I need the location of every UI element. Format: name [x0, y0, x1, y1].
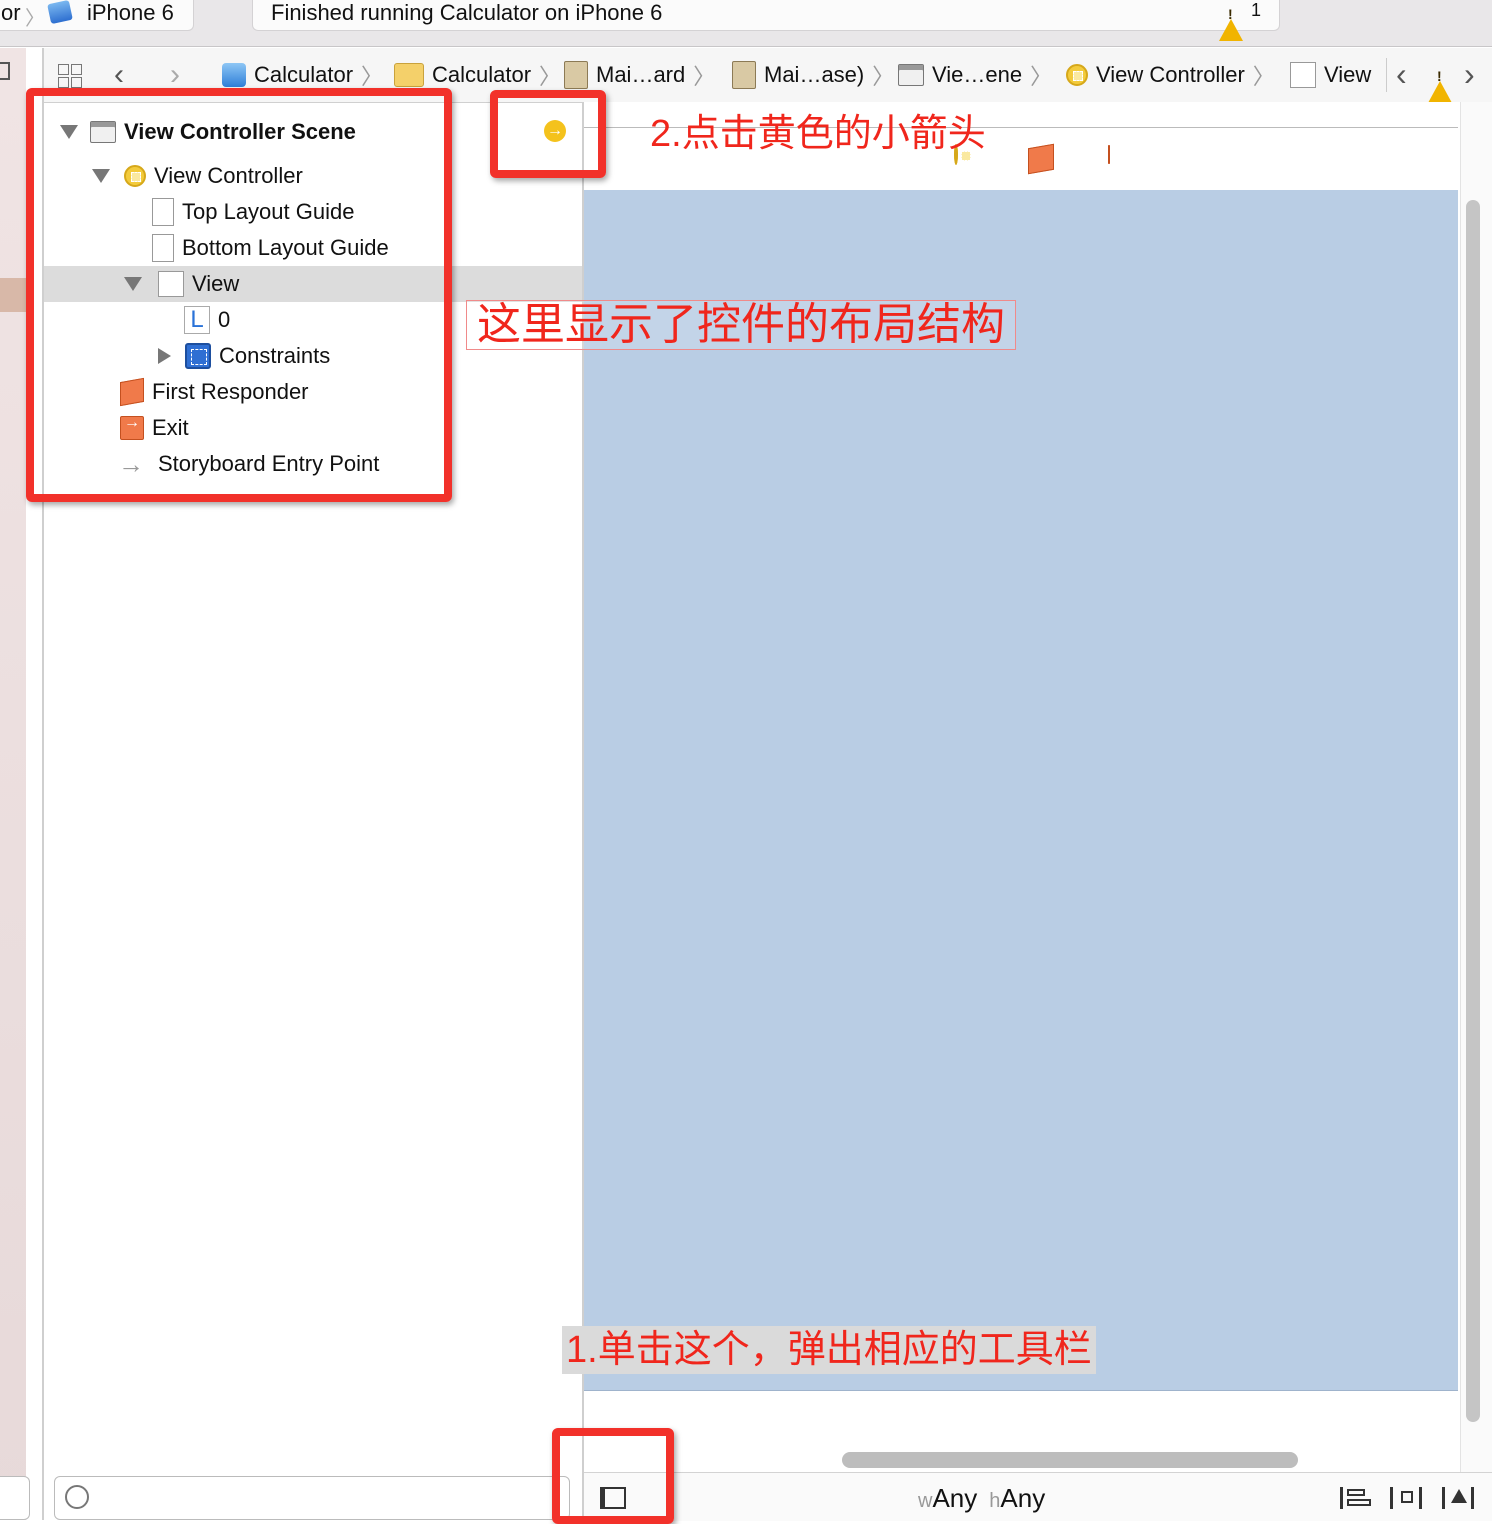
annotation-toggle-box — [552, 1428, 674, 1524]
forward-arrow-icon[interactable]: › — [170, 58, 180, 92]
divider — [1386, 58, 1387, 92]
crumb-label: Mai…ard — [596, 62, 686, 87]
device-name: iPhone 6 — [87, 0, 174, 25]
crumb-storyboard-base[interactable]: Mai…ase) 〉 — [732, 48, 894, 102]
horizontal-scrollbar[interactable] — [842, 1452, 1298, 1468]
crumb-label: View Controller — [1096, 62, 1245, 87]
chevron-right-icon: 〉 — [1252, 64, 1275, 89]
align-icon[interactable] — [1340, 1487, 1371, 1509]
status-display: Finished running Calculator on iPhone 6 … — [252, 0, 1280, 41]
storyboard-file-icon — [732, 61, 756, 89]
vertical-scrollbar[interactable] — [1466, 200, 1480, 1422]
device-icon — [47, 0, 73, 25]
view-icon — [1290, 62, 1316, 88]
crumb-label: Calculator — [254, 62, 354, 87]
warning-count[interactable]: 1 — [1251, 0, 1261, 21]
scheme-selector[interactable]: or 〉 iPhone 6 — [0, 0, 194, 31]
size-class-control[interactable]: w Any h Any — [918, 1483, 1045, 1514]
navigator-toggle-icon[interactable] — [0, 62, 10, 80]
crumb-view[interactable]: View — [1290, 48, 1371, 102]
annotation-layout-note: 这里显示了控件的布局结构 — [466, 300, 1016, 350]
canvas-bottom-bar: w Any h Any — [584, 1472, 1492, 1521]
crumb-label: View — [1324, 62, 1372, 87]
view-controller-icon — [1066, 64, 1088, 86]
filter-icon — [65, 1485, 89, 1509]
crumb-label: Mai…ase) — [764, 62, 865, 87]
storyboard-file-icon — [564, 61, 588, 89]
chevron-right-icon: 〉 — [693, 64, 716, 89]
crumb-label: Vie…ene — [932, 62, 1023, 87]
scheme-name-fragment: or — [1, 0, 21, 25]
navigator-selection-highlight — [0, 278, 26, 312]
chevron-right-icon: 〉 — [1030, 64, 1053, 89]
scene-icon — [898, 64, 924, 86]
chevron-right-icon: 〉 — [539, 64, 562, 89]
width-prefix: w — [918, 1490, 933, 1512]
height-value: Any — [1000, 1483, 1046, 1513]
width-value: Any — [932, 1483, 978, 1513]
app-icon — [222, 63, 246, 87]
annotation-step-2: 2.点击黄色的小箭头 — [650, 113, 986, 155]
crumb-scene[interactable]: Vie…ene 〉 — [898, 48, 1052, 102]
navigator-strip — [0, 48, 26, 1520]
crumb-view-controller[interactable]: View Controller 〉 — [1066, 48, 1275, 102]
annotation-step-1: 1.单击这个，弹出相应的工具栏 — [562, 1326, 1096, 1374]
previous-issue-icon[interactable]: ‹ — [1396, 56, 1407, 93]
folder-icon — [394, 63, 424, 87]
navigator-filter-field[interactable] — [0, 1476, 30, 1520]
resolve-autolayout-icon[interactable] — [1442, 1487, 1474, 1509]
height-prefix: h — [989, 1490, 1001, 1512]
outline-filter-field[interactable] — [54, 1476, 570, 1520]
activity-bar: or 〉 iPhone 6 Finished running Calculato… — [0, 0, 1492, 47]
back-arrow-icon[interactable]: ‹ — [114, 58, 124, 92]
related-items-icon[interactable] — [58, 64, 82, 88]
view-controller-view[interactable] — [584, 190, 1458, 1391]
exit-dock-icon[interactable] — [1108, 145, 1110, 164]
status-text: Finished running Calculator on iPhone 6 — [271, 0, 663, 25]
chevron-right-icon: 〉 — [872, 64, 895, 89]
next-issue-icon[interactable]: › — [1464, 56, 1475, 93]
pin-icon[interactable] — [1390, 1487, 1422, 1509]
warning-icon[interactable]: ! — [1428, 64, 1452, 103]
annotation-outline-box — [26, 88, 452, 502]
annotation-arrow-box — [490, 90, 606, 178]
chevron-right-icon: 〉 — [25, 8, 45, 30]
first-responder-dock-icon[interactable] — [1028, 143, 1054, 175]
warning-icon[interactable]: ! — [1219, 2, 1243, 41]
chevron-right-icon: 〉 — [361, 64, 384, 89]
crumb-label: Calculator — [432, 62, 532, 87]
